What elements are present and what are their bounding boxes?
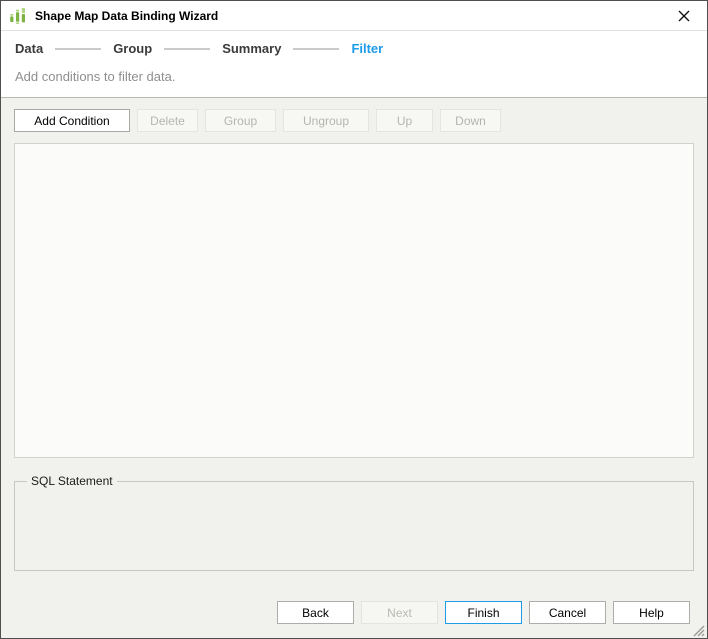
sql-statement-group: SQL Statement <box>14 474 694 571</box>
sql-statement-legend: SQL Statement <box>27 474 117 488</box>
resize-grip[interactable] <box>691 623 705 637</box>
conditions-list-panel[interactable] <box>14 143 694 458</box>
ungroup-button[interactable]: Ungroup <box>283 109 369 132</box>
wizard-header: Data Group Summary Filter Add conditions… <box>1 31 707 98</box>
dialog-body: Add Condition Delete Group Ungroup Up Do… <box>1 98 707 639</box>
step-connector <box>55 48 101 50</box>
next-button[interactable]: Next <box>361 601 438 624</box>
step-connector <box>164 48 210 50</box>
window-title: Shape Map Data Binding Wizard <box>35 9 670 23</box>
group-button[interactable]: Group <box>205 109 276 132</box>
close-icon <box>678 10 690 22</box>
step-summary[interactable]: Summary <box>222 41 281 57</box>
down-button[interactable]: Down <box>440 109 501 132</box>
help-button[interactable]: Help <box>613 601 690 624</box>
step-connector <box>293 48 339 50</box>
step-group[interactable]: Group <box>113 41 152 57</box>
close-button[interactable] <box>670 4 698 28</box>
app-logo-icon <box>9 7 27 25</box>
step-data[interactable]: Data <box>15 41 43 57</box>
wizard-steps: Data Group Summary Filter <box>15 41 693 57</box>
step-filter[interactable]: Filter <box>351 41 383 57</box>
title-bar: Shape Map Data Binding Wizard <box>1 1 707 31</box>
delete-button[interactable]: Delete <box>137 109 198 132</box>
footer-button-row: Back Next Finish Cancel Help <box>14 601 694 624</box>
shape-map-wizard-dialog: Shape Map Data Binding Wizard Data Group… <box>0 0 708 639</box>
condition-toolbar: Add Condition Delete Group Ungroup Up Do… <box>14 109 694 132</box>
step-description: Add conditions to filter data. <box>15 69 693 85</box>
add-condition-button[interactable]: Add Condition <box>14 109 130 132</box>
back-button[interactable]: Back <box>277 601 354 624</box>
up-button[interactable]: Up <box>376 109 433 132</box>
cancel-button[interactable]: Cancel <box>529 601 606 624</box>
finish-button[interactable]: Finish <box>445 601 522 624</box>
